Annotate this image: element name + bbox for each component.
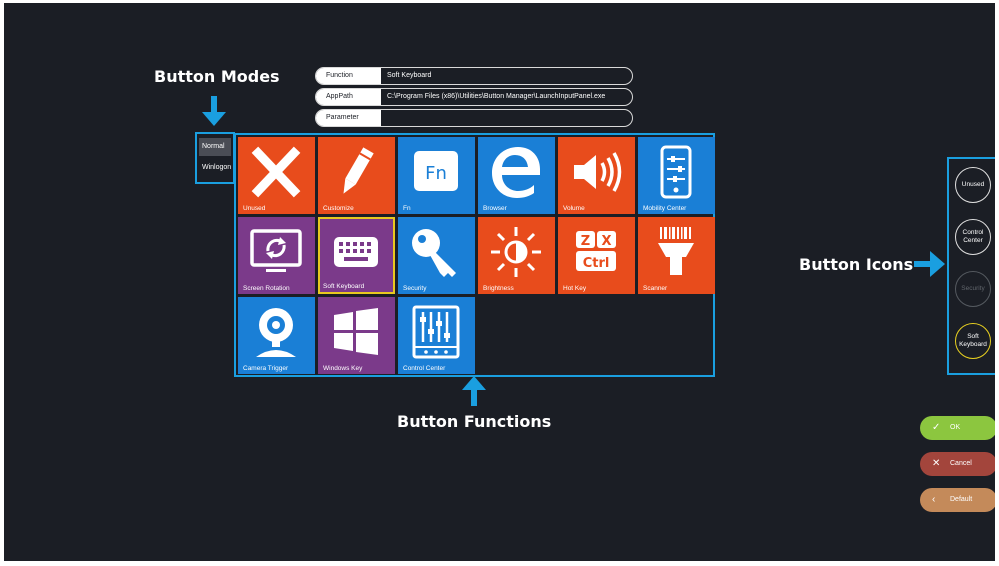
tile-label: Screen Rotation [243, 285, 290, 292]
mobility-sliders-icon [660, 145, 692, 199]
button-icons-panel: Unused Control Center Security Soft Keyb… [947, 157, 995, 375]
callout-button-icons: Button Icons [799, 255, 914, 274]
tile-control-center[interactable]: Control Center [398, 297, 475, 374]
function-field[interactable]: Function Soft Keyboard [315, 67, 633, 85]
back-arrow-icon: ‹ [932, 494, 936, 505]
tile-label: Fn [403, 205, 411, 212]
mode-normal[interactable]: Normal [199, 138, 231, 156]
default-label: Default [950, 496, 973, 503]
ok-label: OK [950, 424, 961, 431]
icon-option-unused[interactable]: Unused [955, 167, 991, 203]
edge-browser-icon [492, 147, 540, 198]
parameter-value[interactable] [381, 110, 632, 126]
tile-label: Scanner [643, 285, 668, 292]
tile-label: Browser [483, 205, 507, 212]
tile-soft-keyboard[interactable]: Soft Keyboard [318, 217, 395, 294]
pencil-icon [343, 147, 374, 194]
tile-label: Windows Key [323, 365, 363, 372]
tile-label: Hot Key [563, 285, 587, 292]
close-icon: ✕ [932, 458, 941, 469]
tile-scanner[interactable]: Scanner [638, 217, 715, 294]
tile-security[interactable]: Security [398, 217, 475, 294]
mode-winlogon[interactable]: Winlogon [199, 159, 231, 177]
tile-screen-rotation[interactable]: Screen Rotation [238, 217, 315, 294]
tile-browser[interactable]: Browser [478, 137, 555, 214]
fn-key-text: Fn [425, 163, 447, 184]
webcam-icon [256, 308, 296, 357]
callout-button-modes: Button Modes [154, 67, 280, 86]
parameter-label: Parameter [316, 110, 381, 126]
windows-logo-icon [334, 308, 378, 355]
icon-option-soft-keyboard[interactable]: Soft Keyboard [955, 323, 991, 359]
hot-key-x: X [601, 234, 611, 249]
fn-key-icon: Fn [414, 151, 458, 191]
speaker-icon [574, 152, 622, 192]
tile-label: Customize [323, 205, 354, 212]
cancel-label: Cancel [950, 460, 972, 467]
tile-label: Control Center [403, 365, 446, 372]
tile-customize[interactable]: Customize [318, 137, 395, 214]
keyboard-icon [334, 237, 378, 267]
default-button[interactable]: ‹ Default [920, 488, 995, 512]
tile-brightness[interactable]: Brightness [478, 217, 555, 294]
icon-option-security[interactable]: Security [955, 271, 991, 307]
tile-hot-key[interactable]: Z X Ctrl Hot Key [558, 217, 635, 294]
function-value[interactable]: Soft Keyboard [381, 68, 632, 84]
button-manager-screen: Button Modes Button Functions Button Ico… [4, 3, 995, 561]
button-modes-panel: Normal Winlogon [195, 132, 235, 184]
hot-key-icon: Z X Ctrl [576, 231, 616, 271]
tile-label: Security [403, 285, 427, 292]
tile-label: Soft Keyboard [323, 283, 365, 290]
tile-windows-key[interactable]: Windows Key [318, 297, 395, 374]
arrow-right-icon [914, 251, 945, 277]
hot-key-ctrl: Ctrl [583, 256, 610, 271]
tile-label: Brightness [483, 285, 514, 292]
cancel-button[interactable]: ✕ Cancel [920, 452, 995, 476]
callout-button-functions: Button Functions [397, 412, 552, 431]
ok-button[interactable]: ✓ OK [920, 416, 995, 440]
hot-key-z: Z [581, 234, 590, 249]
tile-volume[interactable]: Volume [558, 137, 635, 214]
arrow-up-icon [462, 376, 486, 406]
icon-option-control-center[interactable]: Control Center [955, 219, 991, 255]
parameter-field[interactable]: Parameter [315, 109, 633, 127]
function-label: Function [316, 68, 381, 84]
screen-rotation-icon [250, 229, 302, 272]
key-icon [412, 229, 456, 277]
apppath-label: AppPath [316, 89, 381, 105]
tile-label: Camera Trigger [243, 365, 289, 372]
tile-camera-trigger[interactable]: Camera Trigger [238, 297, 315, 374]
tile-unused[interactable]: Unused [238, 137, 315, 214]
arrow-down-icon [202, 96, 226, 126]
close-x-icon [251, 146, 301, 198]
tile-label: Volume [563, 205, 585, 212]
check-icon: ✓ [932, 422, 941, 433]
apppath-field[interactable]: AppPath C:\Program Files (x86)\Utilities… [315, 88, 633, 106]
tile-mobility-center[interactable]: Mobility Center [638, 137, 715, 214]
barcode-scanner-icon [658, 227, 694, 275]
brightness-sun-icon [491, 227, 541, 277]
apppath-value[interactable]: C:\Program Files (x86)\Utilities\Button … [381, 89, 632, 105]
control-center-icon [412, 305, 460, 359]
tile-label: Unused [243, 205, 266, 212]
button-functions-grid: Unused Customize Fn Fn Browser Volume Mo… [234, 133, 715, 377]
tile-fn[interactable]: Fn Fn [398, 137, 475, 214]
tile-label: Mobility Center [643, 205, 687, 212]
